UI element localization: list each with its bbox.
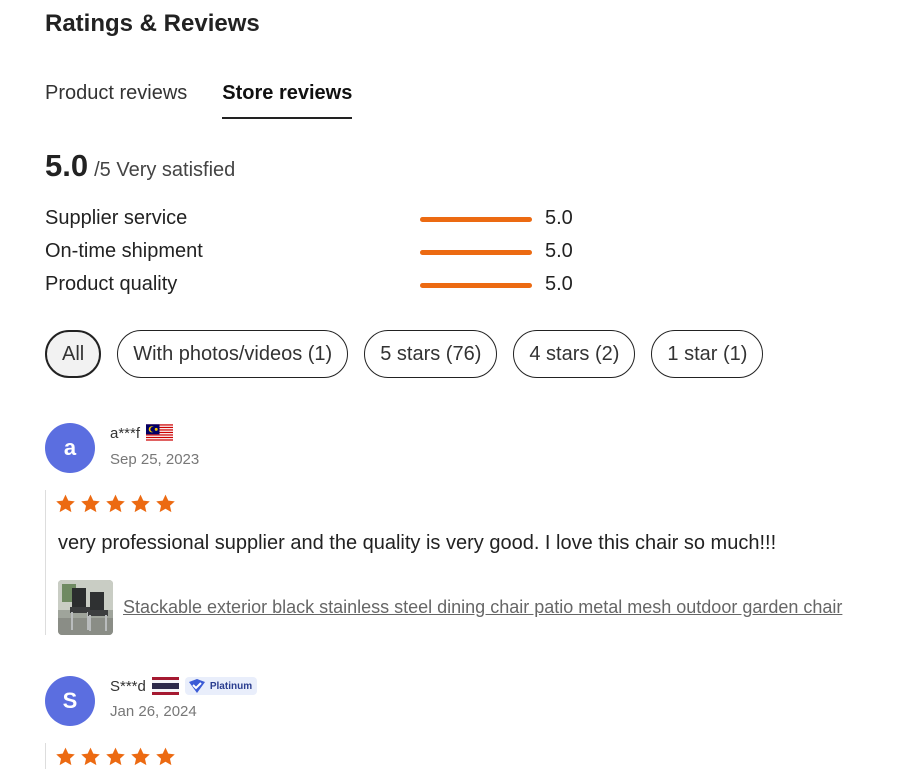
star-icon bbox=[56, 747, 75, 766]
tab-product-reviews[interactable]: Product reviews bbox=[45, 82, 187, 119]
score-suffix: /5 Very satisfied bbox=[94, 159, 236, 181]
thailand-flag-icon bbox=[151, 677, 179, 695]
star-icon bbox=[106, 747, 125, 766]
metric-bar bbox=[420, 250, 532, 255]
review-text: very professional supplier and the quali… bbox=[58, 532, 777, 554]
product-thumbnail[interactable] bbox=[58, 580, 113, 635]
metric-label: On-time shipment bbox=[45, 240, 203, 262]
filter-1-star[interactable]: 1 star (1) bbox=[651, 330, 764, 378]
star-icon bbox=[131, 747, 150, 766]
reviewer-name-text: a***f bbox=[110, 424, 141, 442]
avatar: S bbox=[45, 676, 95, 726]
malaysia-flag-icon bbox=[146, 424, 174, 442]
page-title: Ratings & Reviews bbox=[45, 10, 260, 37]
star-icon bbox=[81, 494, 100, 513]
filter-chips: All With photos/videos (1) 5 stars (76) … bbox=[45, 330, 764, 378]
metric-product-quality: Product quality 5.0 bbox=[45, 273, 605, 299]
metric-label: Supplier service bbox=[45, 207, 188, 229]
platinum-badge: Platinum bbox=[184, 677, 258, 695]
star-icon bbox=[106, 494, 125, 513]
filter-with-photos[interactable]: With photos/videos (1) bbox=[117, 330, 349, 378]
star-icon bbox=[81, 747, 100, 766]
metric-bar-fill bbox=[420, 217, 532, 222]
filter-5-stars[interactable]: 5 stars (76) bbox=[364, 330, 498, 378]
overall-score: 5.0 /5 Very satisfied bbox=[45, 148, 235, 184]
reviewer-name: a***f bbox=[110, 424, 174, 442]
metric-value: 5.0 bbox=[545, 273, 573, 295]
reviewer-name: S***d Platinum bbox=[110, 677, 258, 695]
metric-on-time-shipment: On-time shipment 5.0 bbox=[45, 240, 605, 266]
avatar: a bbox=[45, 423, 95, 473]
metric-bar bbox=[420, 283, 532, 288]
review-divider bbox=[45, 743, 46, 769]
star-icon bbox=[56, 494, 75, 513]
rating-stars bbox=[55, 493, 176, 514]
reviewer-name-text: S***d bbox=[110, 677, 146, 695]
review-date: Jan 26, 2024 bbox=[110, 703, 197, 720]
review-divider bbox=[45, 490, 46, 635]
filter-all[interactable]: All bbox=[45, 330, 102, 378]
badge-label: Platinum bbox=[209, 680, 253, 692]
tab-store-reviews[interactable]: Store reviews bbox=[222, 82, 353, 119]
star-icon bbox=[156, 747, 175, 766]
verified-shield-icon bbox=[188, 679, 205, 693]
metric-value: 5.0 bbox=[545, 207, 573, 229]
star-icon bbox=[131, 494, 150, 513]
filter-4-stars[interactable]: 4 stars (2) bbox=[513, 330, 636, 378]
metric-bar bbox=[420, 217, 532, 222]
metric-bar-fill bbox=[420, 250, 532, 255]
metric-bar-fill bbox=[420, 283, 532, 288]
metric-supplier-service: Supplier service 5.0 bbox=[45, 207, 605, 233]
metric-label: Product quality bbox=[45, 273, 178, 295]
star-icon bbox=[156, 494, 175, 513]
score-value: 5.0 bbox=[45, 148, 89, 183]
review-date: Sep 25, 2023 bbox=[110, 451, 200, 468]
metric-value: 5.0 bbox=[545, 240, 573, 262]
product-link[interactable]: Stackable exterior black stainless steel… bbox=[123, 597, 842, 618]
chair-image bbox=[58, 580, 113, 635]
rating-stars bbox=[55, 746, 176, 767]
review-tabs: Product reviews Store reviews bbox=[45, 82, 353, 119]
